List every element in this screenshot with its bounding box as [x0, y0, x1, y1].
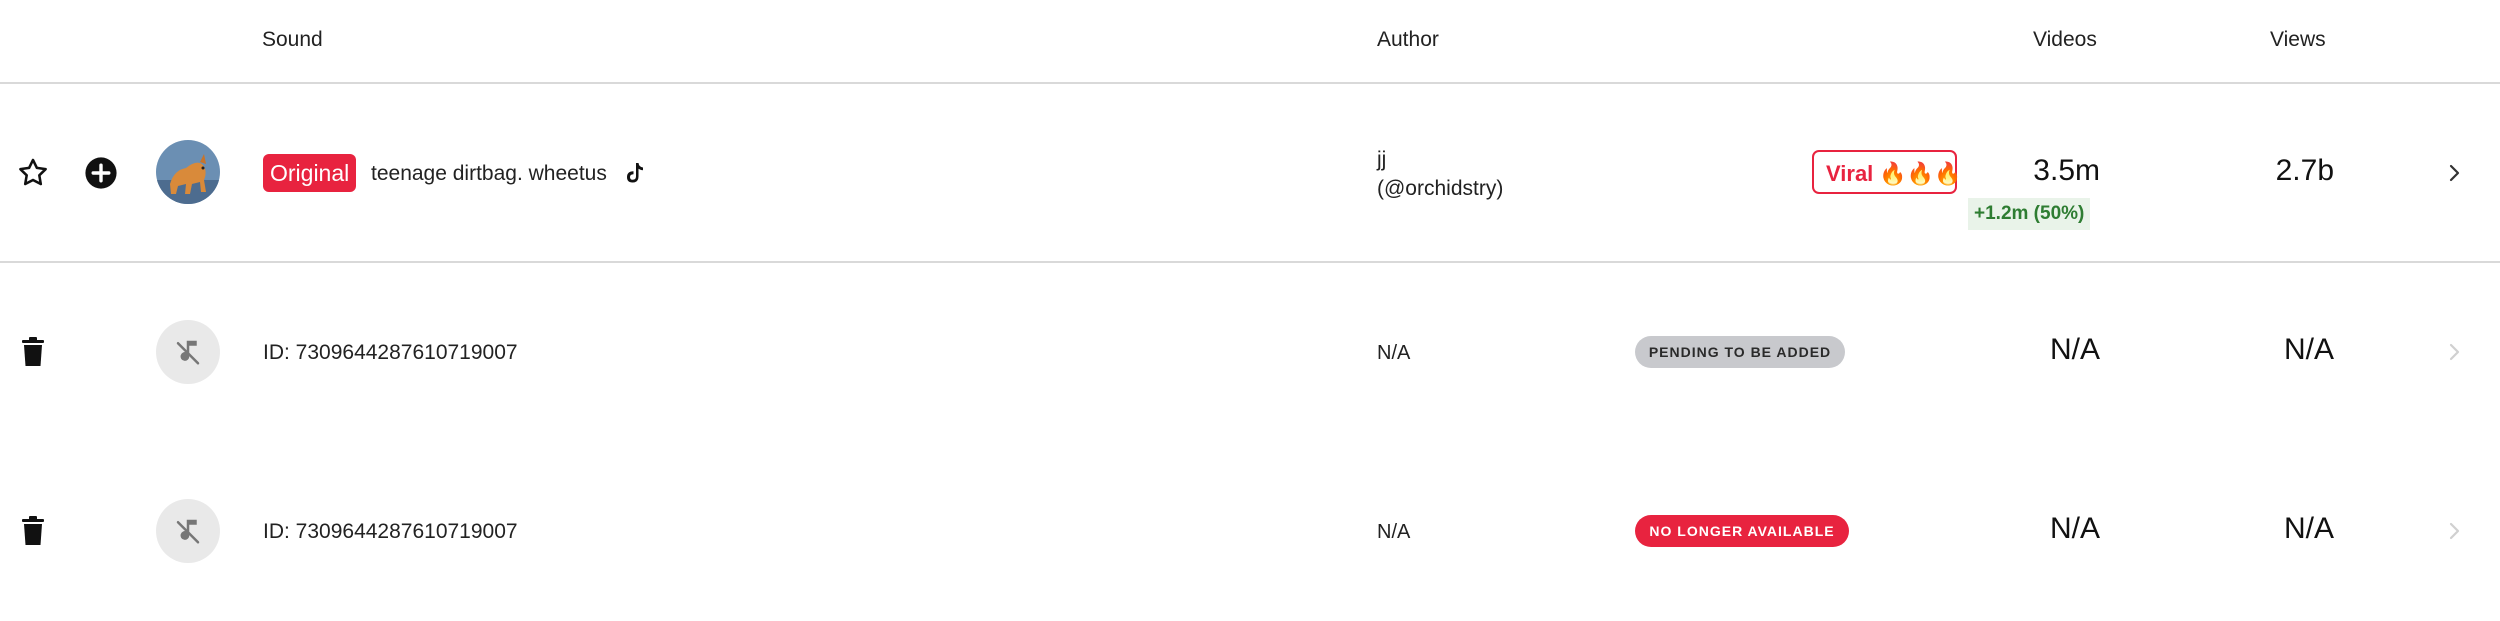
- chevron-right-icon[interactable]: [2444, 518, 2464, 549]
- author-na: N/A: [1377, 342, 1411, 364]
- column-header-views[interactable]: Views: [2270, 28, 2326, 52]
- viral-badge: Viral 🔥🔥🔥: [1812, 150, 1962, 194]
- column-header-videos[interactable]: Videos: [2033, 28, 2097, 52]
- column-header-author[interactable]: Author: [1377, 28, 1439, 52]
- author-na: N/A: [1377, 521, 1411, 543]
- avatar: [156, 140, 220, 204]
- videos-count: N/A: [2049, 512, 2100, 545]
- videos-count: 3.5m: [2033, 154, 2100, 187]
- trash-icon[interactable]: [16, 333, 50, 371]
- author-name[interactable]: jj: [1377, 146, 1386, 174]
- original-tag: Original: [263, 154, 357, 192]
- trash-icon[interactable]: [16, 512, 50, 550]
- table-row[interactable]: ID: 7309644287610719007 N/A NO LONGER AV…: [0, 441, 2500, 619]
- music-off-icon: [156, 320, 220, 384]
- music-off-icon: [156, 499, 220, 563]
- add-circle-icon[interactable]: [82, 154, 120, 192]
- table-row[interactable]: ID: 7309644287610719007 N/A PENDING TO B…: [0, 263, 2500, 441]
- sound-id: ID: 7309644287610719007: [263, 520, 518, 543]
- views-count: N/A: [2283, 333, 2334, 366]
- star-icon[interactable]: [14, 154, 52, 192]
- status-badge: NO LONGER AVAILABLE: [1635, 515, 1849, 547]
- chevron-right-icon[interactable]: [2444, 160, 2464, 191]
- status-badge: PENDING TO BE ADDED: [1635, 336, 1845, 368]
- table-row[interactable]: Original teenage dirtbag. wheetus jj (@o…: [0, 84, 2500, 262]
- sound-title[interactable]: teenage dirtbag. wheetus: [371, 162, 607, 186]
- author-handle[interactable]: (@orchidstry): [1377, 175, 1503, 203]
- sound-id: ID: 7309644287610719007: [263, 341, 518, 364]
- tiktok-icon[interactable]: [624, 160, 646, 186]
- chevron-right-icon[interactable]: [2444, 339, 2464, 370]
- videos-growth: +1.2m (50%): [1968, 198, 2091, 230]
- views-count: 2.7b: [2275, 154, 2334, 187]
- column-header-sound[interactable]: Sound: [262, 28, 323, 52]
- videos-count: N/A: [2049, 333, 2100, 366]
- views-count: N/A: [2283, 512, 2334, 545]
